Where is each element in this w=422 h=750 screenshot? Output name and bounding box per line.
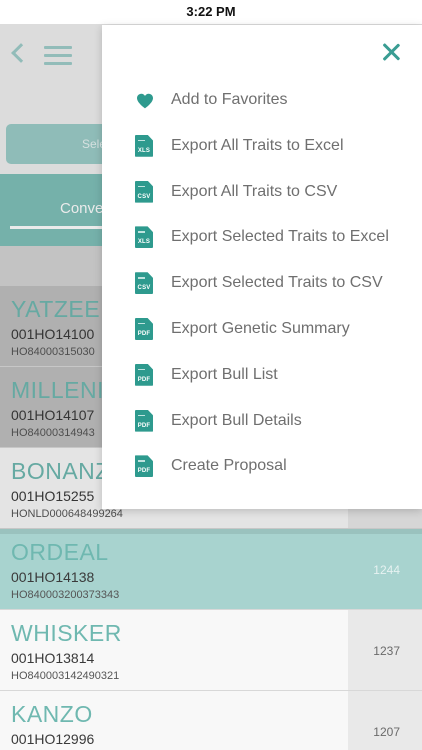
- file-type-text: CSV: [137, 193, 151, 200]
- menu-item-label: Export Selected Traits to Excel: [171, 228, 389, 246]
- menu-item-label: Export All Traits to CSV: [171, 182, 338, 200]
- menu-item[interactable]: CSV Export All Traits to CSV: [102, 171, 422, 217]
- menu-item-label: Add to Favorites: [171, 91, 288, 108]
- bull-registration: HO840003142490321: [11, 670, 120, 682]
- menu-item-label: Export All Traits to Excel: [171, 136, 344, 154]
- bull-code: 001HO12996: [11, 731, 95, 747]
- file-type-text: PDF: [137, 330, 151, 337]
- hamburger-menu-icon[interactable]: [44, 46, 72, 66]
- bull-registration: HONLD000648499264: [11, 508, 123, 520]
- bull-row[interactable]: KANZO 001HO12996 1207: [0, 691, 422, 750]
- heart-icon: [135, 89, 155, 113]
- pdf-file-icon: PDF: [135, 317, 155, 342]
- csv-file-icon: CSV: [135, 272, 155, 296]
- menu-item-label: Create Proposal: [171, 457, 287, 475]
- tab-underline: [10, 226, 110, 229]
- menu-item-label: Export Genetic Summary: [171, 319, 350, 337]
- file-type-text: PDF: [137, 376, 151, 383]
- back-chevron-icon[interactable]: [11, 43, 31, 63]
- file-type-text: XLS: [137, 239, 151, 246]
- bull-row[interactable]: WHISKER 001HO13814 HO840003142490321 1237: [0, 610, 422, 691]
- bull-score: 1237: [373, 644, 400, 658]
- menu-item-label: Export Bull List: [171, 365, 278, 383]
- pdf-file-icon: PDF: [135, 363, 155, 388]
- menu-item[interactable]: Add to Favorites: [102, 79, 422, 125]
- bull-name: WHISKER: [11, 620, 122, 646]
- pdf-file-icon: PDF: [135, 409, 155, 434]
- bull-name: ORDEAL: [11, 539, 109, 565]
- menu-item[interactable]: PDF Export Bull Details: [102, 400, 422, 446]
- bull-code: 001HO13814: [11, 650, 95, 666]
- bull-name: MILLENI: [11, 377, 104, 403]
- bull-name: BONANZ: [11, 458, 110, 484]
- file-type-text: PDF: [137, 422, 151, 429]
- menu-item-label: Export Bull Details: [171, 411, 302, 429]
- tab-conventional[interactable]: Conve: [60, 200, 103, 217]
- bull-name: KANZO: [11, 701, 93, 727]
- close-icon[interactable]: [380, 41, 402, 63]
- menu-item[interactable]: XLS Export Selected Traits to Excel: [102, 216, 422, 262]
- score-column: [348, 691, 422, 750]
- menu-item[interactable]: CSV Export Selected Traits to CSV: [102, 262, 422, 308]
- bull-code: 001HO14138: [11, 569, 95, 585]
- menu-item[interactable]: PDF Export Bull List: [102, 354, 422, 400]
- xls-file-icon: XLS: [135, 134, 155, 159]
- bull-score: 1207: [373, 725, 400, 739]
- bull-code: 001HO14100: [11, 326, 95, 342]
- popup-menu-list: Add to Favorites XLS Export All Traits to …: [102, 79, 422, 491]
- status-bar: 3:22 PM: [0, 0, 422, 24]
- menu-item-label: Export Selected Traits to CSV: [171, 274, 383, 292]
- bull-registration: HO840003200373343: [11, 589, 120, 601]
- bull-name: YATZEE: [11, 296, 101, 322]
- status-time: 3:22 PM: [186, 4, 236, 19]
- menu-item[interactable]: PDF Create Proposal: [102, 445, 422, 491]
- bull-score: 1244: [373, 563, 400, 577]
- pdf-file-icon: PDF: [135, 455, 155, 479]
- menu-item[interactable]: XLS Export All Traits to Excel: [102, 125, 422, 171]
- bull-registration: HO84000314943: [11, 427, 95, 439]
- csv-file-icon: CSV: [135, 180, 155, 205]
- file-type-text: XLS: [137, 147, 151, 154]
- file-type-text: CSV: [137, 285, 151, 292]
- file-type-text: PDF: [137, 468, 151, 475]
- bull-code: 001HO15255: [11, 488, 95, 504]
- menu-item[interactable]: PDF Export Genetic Summary: [102, 308, 422, 354]
- bull-code: 001HO14107: [11, 407, 95, 423]
- xls-file-icon: XLS: [135, 226, 155, 250]
- export-popup-menu: Add to Favorites XLS Export All Traits to …: [102, 25, 422, 509]
- bull-registration: HO84000315030: [11, 346, 95, 358]
- bull-row[interactable]: ORDEAL 001HO14138 HO840003200373343 1244: [0, 529, 422, 610]
